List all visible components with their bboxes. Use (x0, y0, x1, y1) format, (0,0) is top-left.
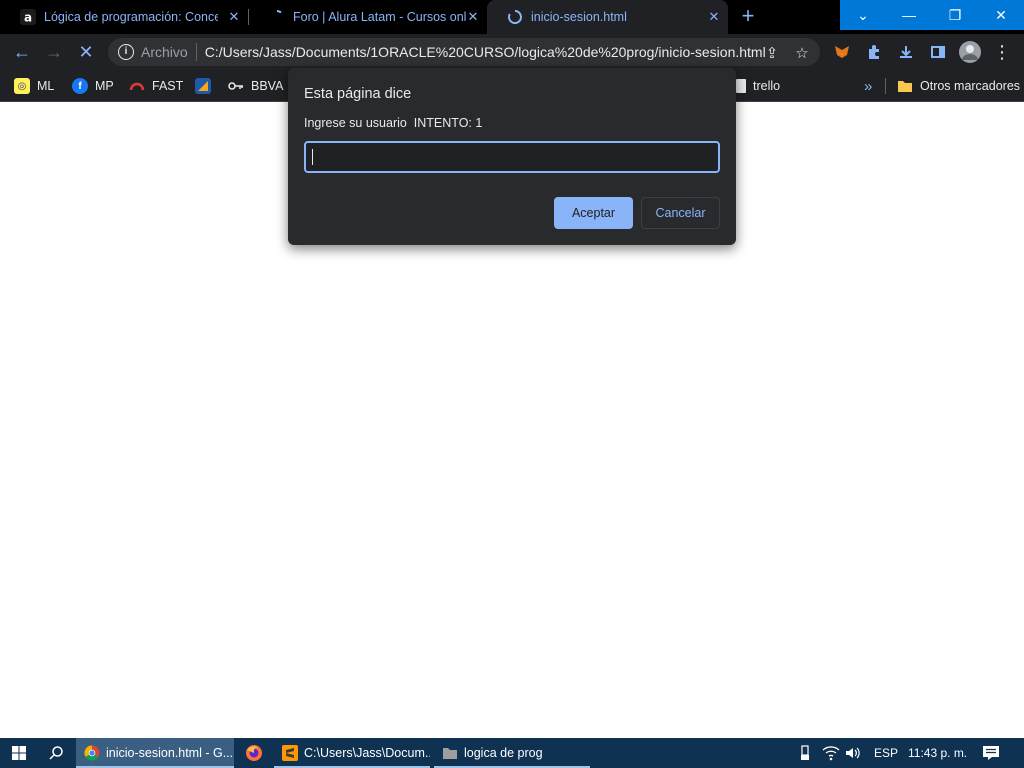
bookmark-label: trello (753, 79, 781, 93)
username-input[interactable] (304, 141, 720, 173)
windows-taskbar: inicio-sesion.html - G... C:\Users\Jass\… (0, 738, 1024, 768)
bookmark-app-icon (195, 78, 211, 94)
tab-search-button[interactable]: ⌄ (840, 0, 886, 30)
stop-loading-button[interactable]: ✕ (74, 40, 98, 64)
search-icon (49, 746, 63, 760)
address-bar[interactable]: i Archivo C:/Users/Jass/Documents/1ORACL… (108, 38, 820, 66)
taskbar-item-folder[interactable]: logica de prog (434, 738, 590, 768)
scheme-label: Archivo (141, 44, 188, 60)
extensions-puzzle-icon[interactable] (862, 40, 886, 64)
sublime-text-icon (282, 745, 298, 761)
taskbar-item-firefox[interactable] (236, 738, 272, 768)
share-icon[interactable]: ⇪ (762, 44, 782, 62)
bookmark-ml[interactable]: ◎ ML (14, 76, 54, 96)
close-window-button[interactable]: ✕ (978, 0, 1024, 30)
browser-toolbar: ← → ✕ i Archivo C:/Users/Jass/Documents/… (0, 34, 1024, 70)
firefox-icon (246, 745, 262, 761)
accept-button[interactable]: Aceptar (554, 197, 633, 229)
search-button[interactable] (38, 738, 74, 768)
clock[interactable]: 11:43 p. m. (908, 738, 967, 768)
tab-title: Lógica de programación: Concep (44, 10, 218, 24)
tab-logica-programacion[interactable]: a Lógica de programación: Concep ✕ (0, 0, 248, 34)
back-button[interactable]: ← (10, 40, 34, 64)
site-info-icon[interactable]: i (118, 44, 134, 60)
tab-strip: a Lógica de programación: Concep ✕ Foro … (0, 0, 1024, 34)
usb-icon[interactable] (798, 738, 812, 768)
language-indicator[interactable]: ESP (874, 738, 898, 768)
bookmark-label: Otros marcadores (920, 79, 1021, 93)
omnibox-divider (195, 43, 197, 61)
bookmark-fast[interactable]: FAST (129, 76, 183, 96)
loading-spinner-icon (269, 9, 285, 25)
bookmark-trello[interactable]: trello (736, 76, 780, 96)
tab-close-icon[interactable]: ✕ (226, 9, 242, 25)
volume-icon[interactable] (844, 738, 862, 768)
side-panel-icon[interactable] (926, 40, 950, 64)
restore-button[interactable]: ❐ (932, 0, 978, 30)
bookmark-label: MP (95, 79, 114, 93)
bookmark-app[interactable] (195, 76, 218, 96)
new-tab-button[interactable]: + (736, 5, 760, 29)
profile-avatar[interactable] (958, 40, 982, 64)
wifi-icon[interactable] (822, 738, 840, 768)
tab-close-icon[interactable]: ✕ (465, 9, 481, 25)
notifications-icon[interactable] (982, 738, 1000, 768)
download-icon[interactable] (894, 40, 918, 64)
forward-button[interactable]: → (42, 40, 66, 64)
minimize-button[interactable]: — (886, 0, 932, 30)
taskbar-item-label: inicio-sesion.html - G... (106, 746, 234, 760)
bookmarks-overflow-button[interactable]: » (864, 76, 872, 96)
key-icon (228, 78, 244, 94)
cancel-button[interactable]: Cancelar (641, 197, 720, 229)
tab-title: Foro | Alura Latam - Cursos onlin (293, 10, 467, 24)
trello-icon (736, 79, 746, 93)
start-button[interactable] (0, 738, 38, 768)
taskbar-item-chrome[interactable]: inicio-sesion.html - G... (76, 738, 234, 768)
bookmark-label: FAST (152, 79, 184, 93)
chrome-icon (84, 745, 100, 761)
tab-inicio-sesion[interactable]: inicio-sesion.html ✕ (487, 0, 728, 34)
bookmark-bbva[interactable]: BBVA (228, 76, 283, 96)
windows-logo-icon (12, 746, 26, 760)
alura-favicon-icon: a (20, 9, 36, 25)
bookmark-label: BBVA (251, 79, 284, 93)
chrome-menu-button[interactable]: ⋮ (990, 40, 1014, 64)
other-bookmarks-folder[interactable]: Otros marcadores (897, 76, 1020, 96)
taskbar-item-label: logica de prog (464, 746, 543, 760)
tab-close-icon[interactable]: ✕ (706, 9, 722, 25)
loading-spinner-icon (507, 9, 523, 25)
svg-text:a: a (24, 11, 32, 25)
taskbar-item-label: C:\Users\Jass\Docum... (304, 746, 430, 760)
bookmark-star-icon[interactable]: ☆ (792, 44, 812, 62)
tab-title: inicio-sesion.html (531, 10, 627, 24)
tab-foro-alura[interactable]: Foro | Alura Latam - Cursos onlin ✕ (249, 0, 487, 34)
text-caret (312, 149, 313, 165)
speedometer-icon (129, 78, 145, 94)
facebook-icon: f (72, 78, 88, 94)
prompt-dialog: Esta página dice Ingrese su usuario INTE… (288, 68, 736, 245)
folder-icon (442, 745, 458, 761)
bookmarks-divider (885, 78, 886, 94)
bookmark-label: ML (37, 79, 55, 93)
folder-icon (897, 78, 913, 94)
mercadolibre-icon: ◎ (14, 78, 30, 94)
bookmark-mp[interactable]: f MP (72, 76, 114, 96)
metamask-icon[interactable] (830, 40, 854, 64)
url-text[interactable]: C:/Users/Jass/Documents/1ORACLE%20CURSO/… (205, 44, 766, 60)
dialog-message: Ingrese su usuario INTENTO: 1 (304, 116, 483, 130)
taskbar-item-sublime[interactable]: C:\Users\Jass\Docum... (274, 738, 430, 768)
dialog-title: Esta página dice (304, 86, 412, 102)
